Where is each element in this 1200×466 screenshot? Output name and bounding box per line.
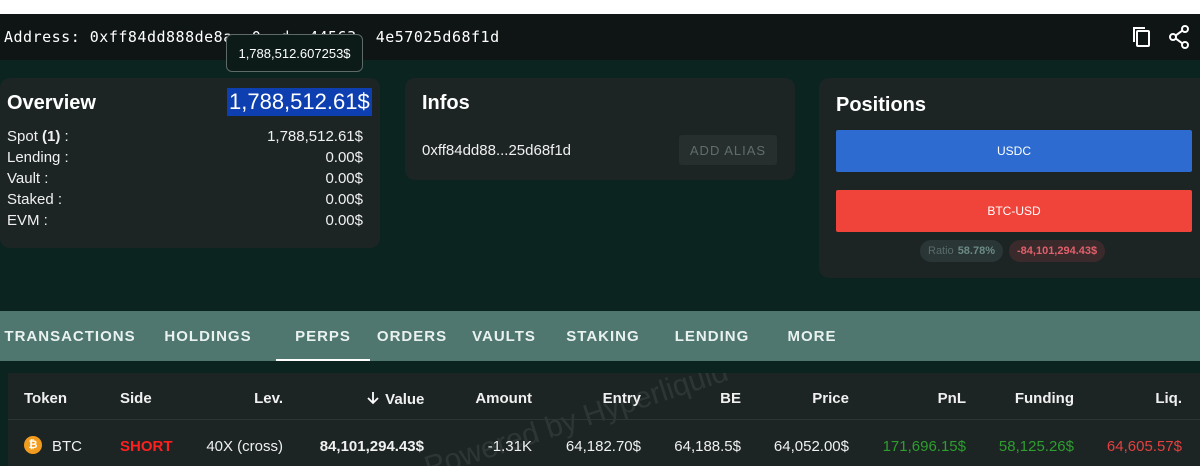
- overview-title: Overview: [7, 92, 96, 114]
- tab-lending[interactable]: LENDING: [652, 311, 772, 361]
- address-bar: Address: 0xff84dd888de8a 0 d 44563 4e570…: [0, 14, 1200, 60]
- header-entry[interactable]: Entry: [561, 390, 641, 407]
- tab-holdings[interactable]: HOLDINGS: [140, 311, 276, 361]
- positions-card: Positions USDC BTC-USD Ratio 58.78% -84,1…: [819, 78, 1200, 278]
- row-divider: [8, 419, 1200, 420]
- ratio-badge: Ratio 58.78%: [920, 240, 1003, 262]
- cell-entry: 64,182.70$: [565, 438, 641, 455]
- infos-card: Infos 0xff84dd88...25d68f1d ADD ALIAS: [405, 78, 795, 180]
- overview-card: Overview 1,788,512.61$ Spot (1) : 1,788,…: [0, 78, 380, 248]
- position-bar-btc-usd[interactable]: BTC-USD: [836, 190, 1192, 232]
- bitcoin-icon: ₿: [24, 436, 42, 454]
- tab-staking[interactable]: STAKING: [554, 311, 652, 361]
- infos-address[interactable]: 0xff84dd88...25d68f1d: [422, 142, 571, 159]
- perps-table: Powered by Hyperliquid Token Side Lev. V…: [8, 373, 1200, 466]
- header-liq[interactable]: Liq.: [1102, 390, 1182, 407]
- overview-row-label: Spot (1) :: [7, 128, 69, 145]
- value-tooltip: 1,788,512.607253$: [226, 34, 363, 72]
- overview-row-label: Staked :: [7, 191, 63, 208]
- header-price[interactable]: Price: [769, 390, 849, 407]
- overview-row-vault: Vault : 0.00$: [7, 170, 363, 187]
- overview-row-label: EVM :: [7, 212, 48, 229]
- header-amount[interactable]: Amount: [452, 390, 532, 407]
- overview-row-value: 0.00$: [325, 212, 363, 229]
- copy-icon[interactable]: [1128, 24, 1154, 50]
- cell-side: SHORT: [120, 438, 173, 455]
- top-strip: [0, 0, 1200, 14]
- header-lev[interactable]: Lev.: [203, 390, 283, 407]
- overview-row-lending: Lending : 0.00$: [7, 149, 363, 166]
- overview-row-evm: EVM : 0.00$: [7, 212, 363, 229]
- header-pnl[interactable]: PnL: [886, 390, 966, 407]
- arrow-down-icon: [367, 392, 379, 405]
- overview-row-value: 0.00$: [325, 149, 363, 166]
- cell-lev: 40X (cross): [206, 438, 283, 455]
- overview-row-value: 0.00$: [325, 170, 363, 187]
- header-value-sort[interactable]: Value: [365, 390, 424, 408]
- tab-vaults[interactable]: VAULTS: [454, 311, 554, 361]
- overview-row-value: 1,788,512.61$: [267, 128, 363, 145]
- cell-token[interactable]: BTC: [52, 438, 82, 455]
- share-icon[interactable]: [1166, 24, 1192, 50]
- overview-total-value[interactable]: 1,788,512.61$: [227, 88, 372, 116]
- infos-title: Infos: [422, 92, 470, 114]
- header-side[interactable]: Side: [120, 390, 152, 407]
- overview-row-staked: Staked : 0.00$: [7, 191, 363, 208]
- cell-amount: -1.31K: [487, 438, 532, 455]
- cell-liq: 64,605.57$: [1106, 438, 1182, 455]
- overview-row-label: Lending :: [7, 149, 69, 166]
- overview-row-spot: Spot (1) : 1,788,512.61$: [7, 128, 363, 145]
- header-be[interactable]: BE: [661, 390, 741, 407]
- header-token[interactable]: Token: [24, 390, 67, 407]
- address-actions: [1128, 24, 1192, 50]
- cell-be: 64,188.5$: [674, 438, 741, 455]
- tab-transactions[interactable]: TRANSACTIONS: [0, 311, 140, 361]
- cell-value: 84,101,294.43$: [319, 438, 424, 455]
- cell-pnl: 171,696.15$: [882, 438, 966, 455]
- position-bar-usdc[interactable]: USDC: [836, 130, 1192, 172]
- tabs-bar: TRANSACTIONS HOLDINGS PERPS ORDERS VAULT…: [0, 311, 1200, 361]
- header-value: Value: [385, 391, 425, 408]
- cell-funding: 58,125.26$: [998, 438, 1074, 455]
- cell-price: 64,052.00$: [773, 438, 849, 455]
- header-funding[interactable]: Funding: [994, 390, 1074, 407]
- pnl-badge: -84,101,294.43$: [1009, 240, 1106, 262]
- ratio-label: Ratio: [928, 245, 954, 257]
- tab-more[interactable]: MORE: [772, 311, 852, 361]
- tab-orders[interactable]: ORDERS: [370, 311, 454, 361]
- positions-title: Positions: [836, 94, 927, 116]
- ratio-value: 58.78%: [957, 245, 995, 257]
- add-alias-button[interactable]: ADD ALIAS: [679, 135, 777, 165]
- tab-perps[interactable]: PERPS: [276, 311, 370, 361]
- overview-row-value: 0.00$: [325, 191, 363, 208]
- overview-row-label: Vault :: [7, 170, 49, 187]
